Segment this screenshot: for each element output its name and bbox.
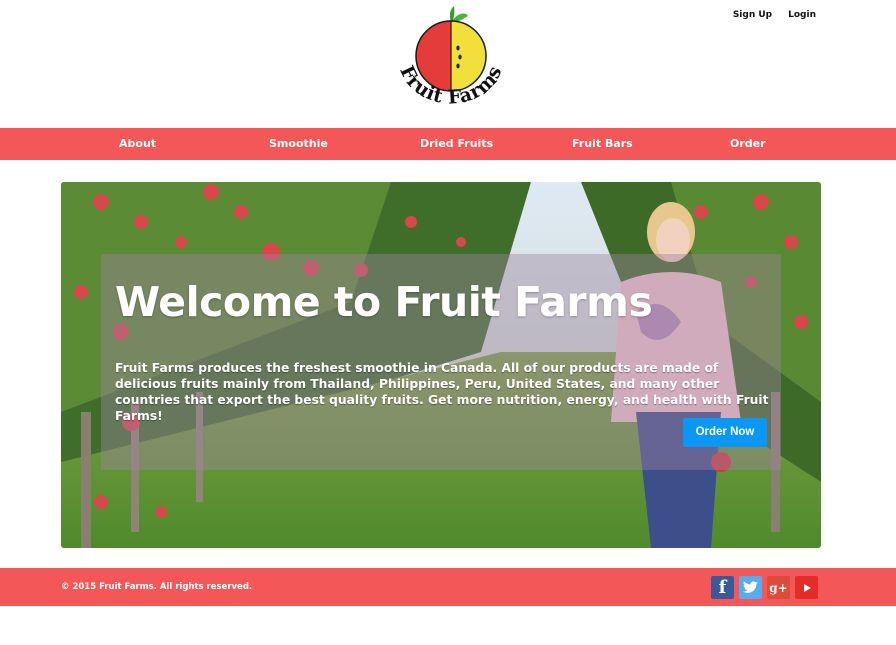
site-footer: © 2015 Fruit Farms. All rights reserved.… <box>0 568 896 606</box>
hero-banner: Welcome to Fruit Farms Fruit Farms produ… <box>61 182 821 548</box>
hero-description: Fruit Farms produces the freshest smooth… <box>115 361 769 423</box>
google-plus-icon[interactable]: g+ <box>767 576 790 599</box>
twitter-icon[interactable] <box>739 576 762 599</box>
youtube-icon[interactable] <box>795 576 818 599</box>
login-link[interactable]: Login <box>788 10 816 20</box>
facebook-icon[interactable]: f <box>711 576 734 599</box>
site-header: Sign Up Login Fruit Farms Fruit Farms <box>0 0 896 128</box>
copyright-text: © 2015 Fruit Farms. All rights reserved. <box>61 582 253 592</box>
hero-title: Welcome to Fruit Farms <box>115 278 653 326</box>
auth-links: Sign Up Login <box>733 10 816 20</box>
fruit-farms-logo[interactable]: Fruit Farms Fruit Farms <box>388 4 514 120</box>
nav-about[interactable]: About <box>119 128 156 160</box>
nav-order[interactable]: Order <box>730 128 766 160</box>
nav-dried-fruits[interactable]: Dried Fruits <box>420 128 493 160</box>
main-nav: About Smoothie Dried Fruits Fruit Bars O… <box>0 128 896 160</box>
nav-smoothie[interactable]: Smoothie <box>269 128 328 160</box>
order-now-button[interactable]: Order Now <box>683 418 767 447</box>
nav-fruit-bars[interactable]: Fruit Bars <box>572 128 633 160</box>
sign-up-link[interactable]: Sign Up <box>733 10 772 20</box>
